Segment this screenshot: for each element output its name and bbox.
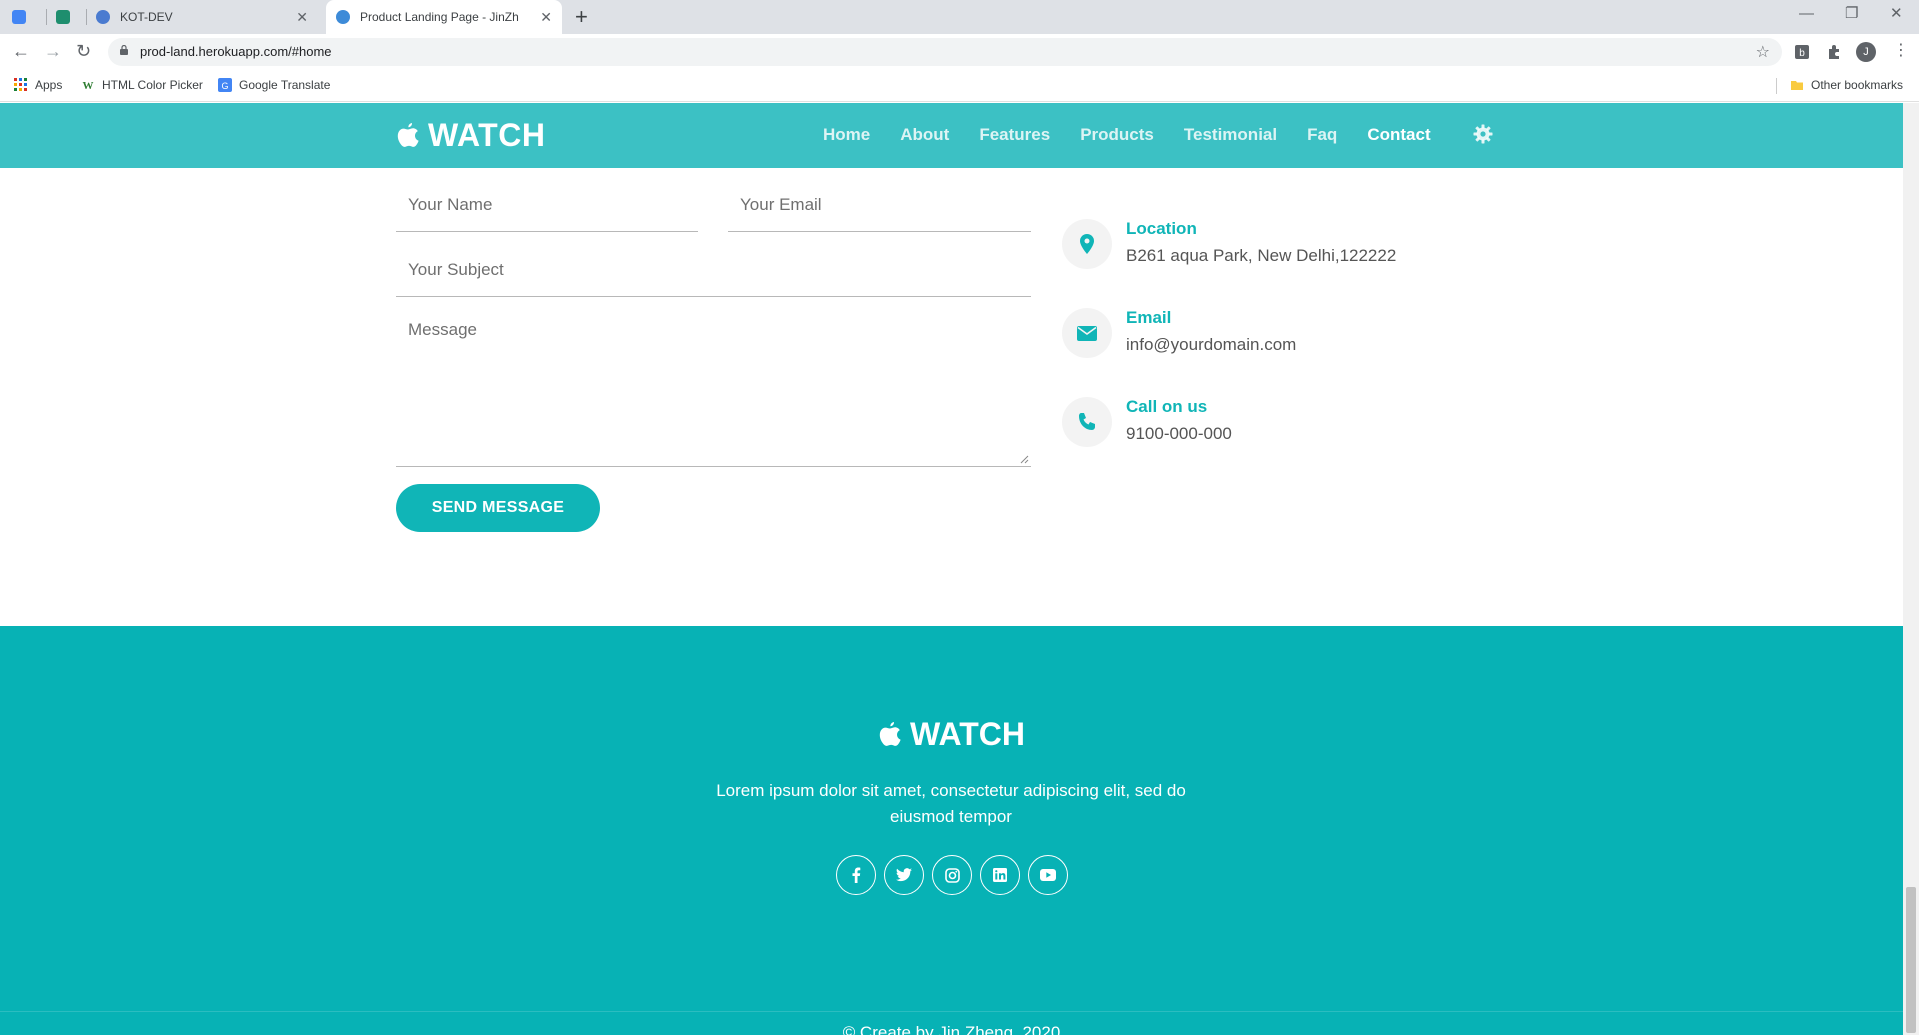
footer-description: Lorem ipsum dolor sit amet, consectetur …	[716, 781, 1186, 826]
phone-icon	[1079, 413, 1095, 430]
phone-value: 9100-000-000	[1126, 424, 1232, 443]
nav-faq[interactable]: Faq	[1307, 125, 1337, 145]
app-icon	[56, 10, 70, 24]
nav-about[interactable]: About	[900, 125, 949, 145]
footer-brand-name: WATCH	[910, 716, 1025, 752]
w3schools-icon: W	[83, 80, 94, 92]
apple-icon	[397, 122, 419, 147]
tab-kot-dev[interactable]: KOT-DEV ✕	[96, 0, 318, 34]
youtube-link[interactable]	[1028, 855, 1068, 895]
nav-features[interactable]: Features	[979, 125, 1050, 145]
scrollbar-thumb[interactable]	[1906, 887, 1916, 1033]
bookmark-apps[interactable]: Apps	[14, 78, 62, 92]
folder-icon	[1791, 81, 1803, 90]
bookmark-other[interactable]: Other bookmarks	[1790, 78, 1903, 92]
menu-icon[interactable]: ⋮	[1893, 40, 1909, 62]
restore-icon[interactable]: ❐	[1845, 4, 1858, 24]
site-navbar: WATCH Home About Features Products Testi…	[0, 103, 1903, 168]
tab-title: KOT-DEV	[120, 10, 173, 24]
nav-products[interactable]: Products	[1080, 125, 1154, 145]
email-title: Email	[1126, 308, 1172, 327]
react-favicon	[336, 10, 350, 24]
copyright-text: © Create by Jin Zheng, 2020	[842, 1023, 1061, 1035]
puzzle-icon[interactable]	[1825, 43, 1843, 61]
send-message-button[interactable]: SEND MESSAGE	[396, 484, 600, 532]
message-textarea[interactable]	[396, 306, 1031, 467]
bookmark-label: HTML Color Picker	[102, 78, 203, 92]
footer-divider	[0, 1011, 1903, 1012]
linkedin-icon	[993, 868, 1007, 882]
forward-icon[interactable]: →	[44, 40, 62, 62]
email-value: info@yourdomain.com	[1126, 335, 1297, 354]
google-translate-icon	[12, 10, 26, 24]
browser-tab-bar: KOT-DEV ✕ Product Landing Page - JinZh ✕…	[0, 0, 1919, 34]
bookmark-label: Google Translate	[239, 78, 331, 92]
linkedin-link[interactable]	[980, 855, 1020, 895]
location-value: B261 aqua Park, New Delhi,122222	[1126, 246, 1397, 265]
close-icon[interactable]: ✕	[296, 9, 308, 25]
apple-icon	[879, 721, 901, 746]
page-viewport: WATCH Home About Features Products Testi…	[0, 103, 1903, 1035]
extension-icon[interactable]: b	[1793, 43, 1811, 61]
envelope-icon	[1077, 325, 1097, 341]
facebook-link[interactable]	[836, 855, 876, 895]
new-tab-icon[interactable]: +	[575, 5, 588, 29]
location-icon-circle	[1062, 219, 1112, 269]
subject-input[interactable]	[396, 243, 1031, 297]
lock-icon	[120, 45, 128, 55]
bookmark-star-icon[interactable]: ☆	[1756, 42, 1770, 62]
twitter-icon	[896, 868, 912, 882]
google-translate-icon: G	[218, 78, 232, 92]
site-footer: WATCH Lorem ipsum dolor sit amet, consec…	[0, 626, 1903, 1035]
resize-handle-icon[interactable]	[1019, 454, 1029, 464]
nav-home[interactable]: Home	[823, 125, 870, 145]
svg-text:b: b	[1799, 48, 1805, 59]
email-input[interactable]	[728, 178, 1031, 232]
svg-text:G: G	[221, 81, 228, 91]
tab-product-landing[interactable]: Product Landing Page - JinZh ✕	[326, 0, 562, 34]
nav-testimonial[interactable]: Testimonial	[1184, 125, 1277, 145]
reload-icon[interactable]: ↻	[76, 40, 91, 62]
nav-links: Home About Features Products Testimonial…	[823, 125, 1461, 145]
window-close-icon[interactable]: ✕	[1890, 4, 1903, 24]
navbar-brand[interactable]: WATCH	[396, 117, 545, 154]
brand-name: WATCH	[428, 117, 546, 153]
gear-icon[interactable]	[1473, 124, 1493, 144]
instagram-icon	[944, 867, 960, 883]
email-icon-circle	[1062, 308, 1112, 358]
location-title: Location	[1126, 219, 1197, 238]
bookmark-color-picker[interactable]: W HTML Color Picker	[81, 78, 203, 92]
phone-icon-circle	[1062, 397, 1112, 447]
address-bar[interactable]: prod-land.herokuapp.com/#home ☆	[108, 38, 1782, 66]
twitter-link[interactable]	[884, 855, 924, 895]
bookmarks-bar: Apps W HTML Color Picker G Google Transl…	[0, 70, 1919, 102]
tab-google-translate[interactable]	[12, 0, 42, 34]
kot-dev-favicon	[96, 10, 110, 24]
youtube-icon	[1040, 869, 1056, 881]
phone-title: Call on us	[1126, 397, 1208, 416]
apps-grid-icon	[14, 78, 27, 91]
url-text: prod-land.herokuapp.com/#home	[140, 44, 332, 59]
bookmark-label: Other bookmarks	[1811, 78, 1904, 92]
close-icon[interactable]: ✕	[540, 9, 552, 25]
svg-text:W: W	[83, 80, 94, 92]
profile-avatar[interactable]: J	[1856, 42, 1876, 62]
tab-pinned[interactable]	[56, 0, 86, 34]
bookmark-google-translate[interactable]: G Google Translate	[218, 78, 330, 92]
instagram-link[interactable]	[932, 855, 972, 895]
nav-contact[interactable]: Contact	[1367, 125, 1430, 145]
minimize-icon[interactable]: —	[1799, 4, 1814, 24]
social-links	[836, 855, 1076, 895]
page-scrollbar[interactable]	[1903, 103, 1919, 1035]
back-icon[interactable]: ←	[12, 40, 30, 62]
name-input[interactable]	[396, 178, 698, 232]
map-marker-icon	[1080, 234, 1094, 254]
facebook-icon	[852, 867, 861, 883]
browser-toolbar: ← → ↻ prod-land.herokuapp.com/#home ☆ b …	[0, 34, 1919, 70]
tab-title: Product Landing Page - JinZh	[360, 10, 519, 24]
bookmark-label: Apps	[35, 78, 63, 92]
footer-brand[interactable]: WATCH	[0, 716, 1903, 753]
